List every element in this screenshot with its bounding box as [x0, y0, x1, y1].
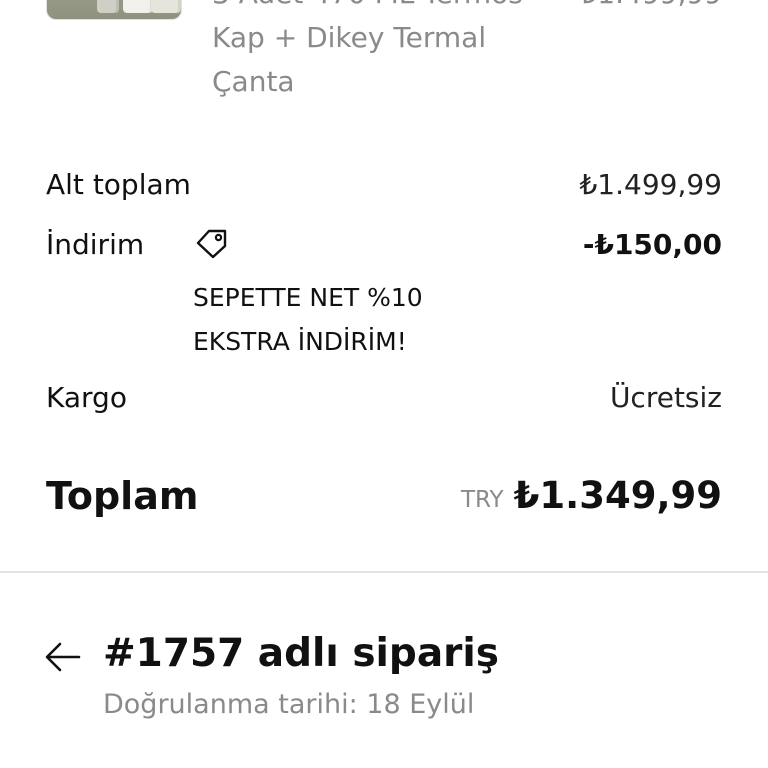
- discount-code-line: SEPETTE NET %10: [193, 283, 423, 312]
- product-title-line: Çanta: [212, 65, 295, 98]
- product-title-line: Kap + Dikey Termal: [212, 21, 487, 54]
- discount-code-line: EKSTRA İNDİRİM!: [193, 327, 407, 356]
- back-button[interactable]: [44, 637, 84, 677]
- product-image-part: [123, 0, 153, 13]
- order-summary-page: 3 Adet 470 ML Termos Kap + Dikey Termal …: [0, 0, 768, 768]
- shipping-value: Ücretsiz: [609, 381, 722, 414]
- subtotal-value: ₺1.499,99: [579, 168, 722, 201]
- total-value: ₺1.349,99: [513, 474, 722, 517]
- total-label: Toplam: [46, 474, 199, 518]
- subtotal-label: Alt toplam: [46, 168, 191, 201]
- section-divider: [0, 571, 768, 573]
- arrow-left-icon: [45, 642, 81, 672]
- product-image-part: [151, 0, 181, 13]
- shipping-label: Kargo: [46, 381, 127, 414]
- product-title: 3 Adet 470 ML Termos Kap + Dikey Termal …: [212, 0, 552, 104]
- discount-label: İndirim: [46, 228, 145, 261]
- product-title-line: 3 Adet 470 ML Termos: [212, 0, 523, 10]
- discount-code: SEPETTE NET %10 EKSTRA İNDİRİM!: [193, 276, 513, 364]
- tag-icon: [194, 226, 230, 260]
- product-price: ₺1.499,99: [579, 0, 722, 16]
- total-currency: TRY: [461, 487, 504, 513]
- product-image-part: [97, 0, 119, 13]
- discount-value: -₺150,00: [582, 228, 722, 261]
- product-thumbnail[interactable]: [46, 0, 182, 20]
- order-confirmation-date: Doğrulanma tarihi: 18 Eylül: [103, 689, 475, 720]
- order-title: #1757 adlı sipariş: [103, 631, 499, 676]
